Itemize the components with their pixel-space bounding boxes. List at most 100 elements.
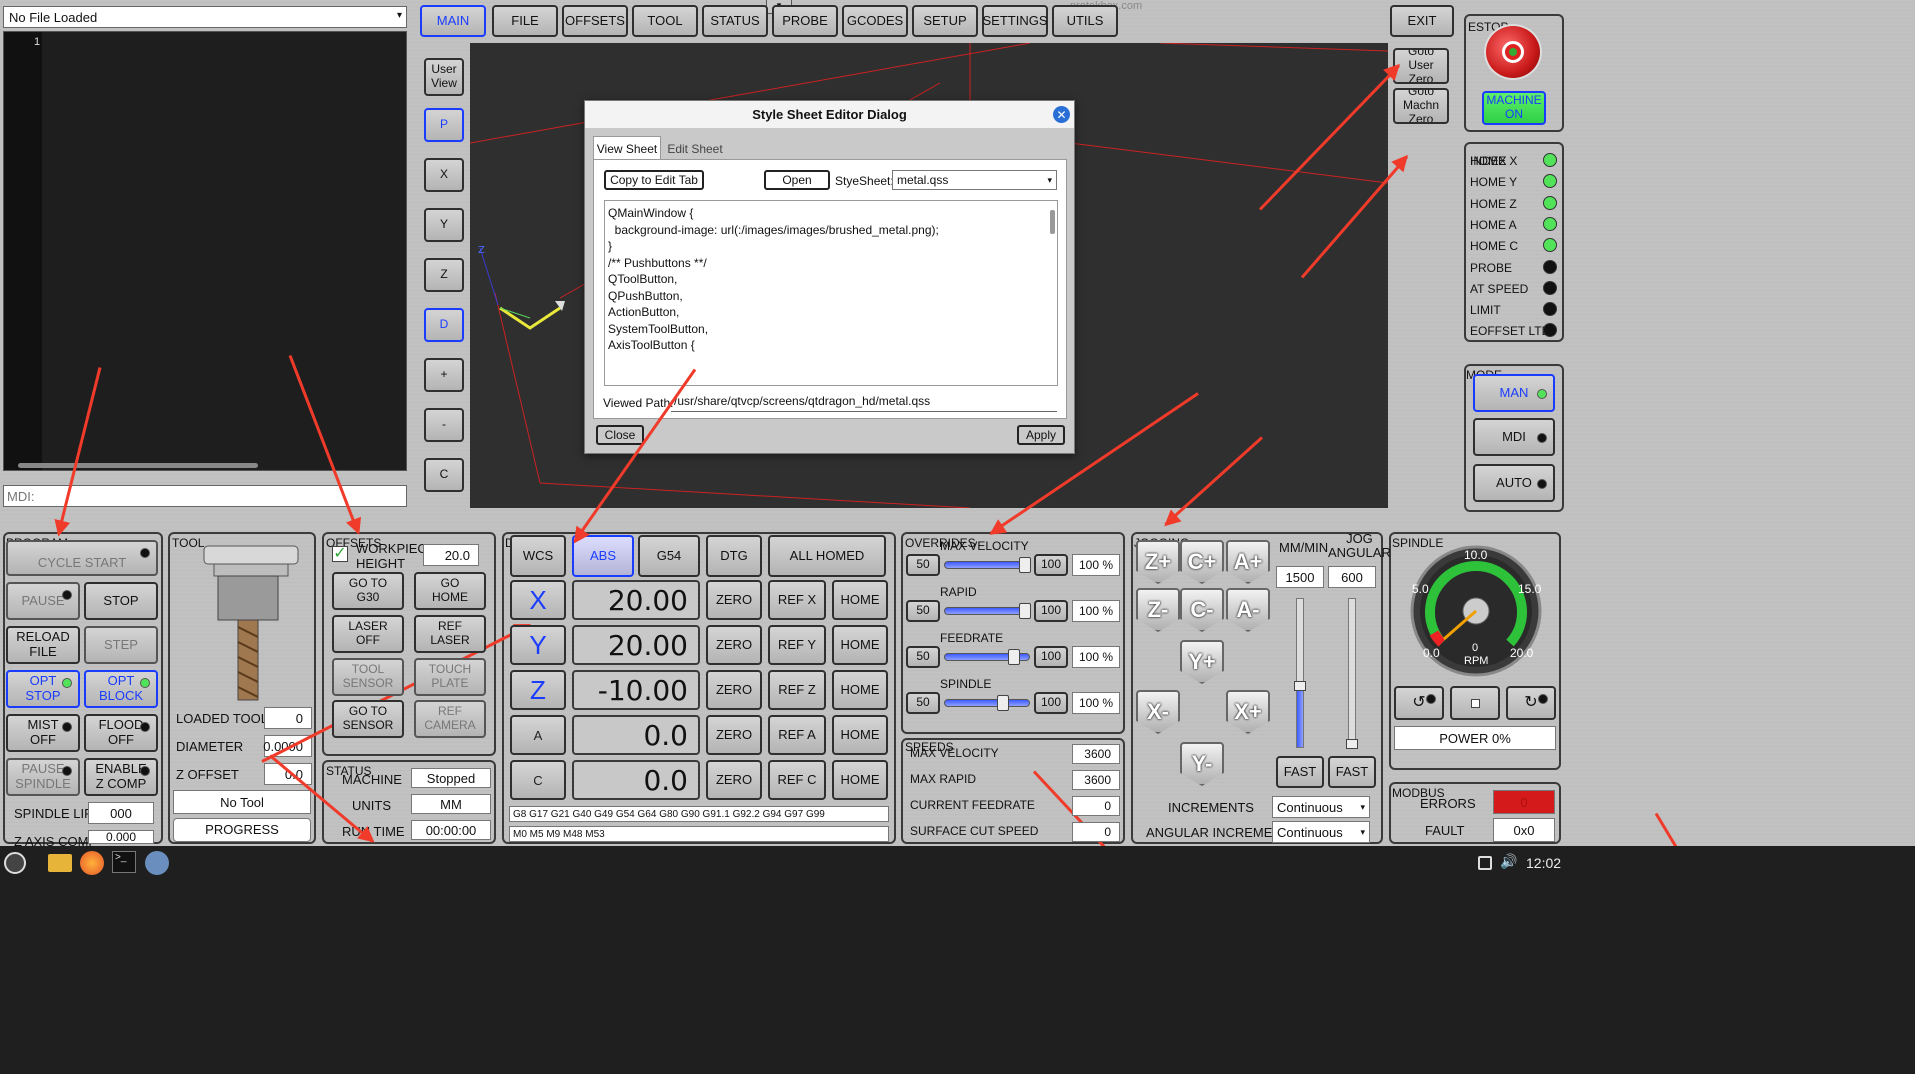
file-selector[interactable]: No File Loaded ▾	[3, 6, 407, 28]
dtg-button[interactable]: DTG	[706, 535, 762, 577]
zaxis-comp-field[interactable]: 0.000	[88, 830, 154, 844]
view-button-1[interactable]: P	[424, 108, 464, 142]
override-slider[interactable]	[944, 695, 1030, 711]
tab-utils[interactable]: UTILS	[1052, 5, 1118, 37]
offset-button-3[interactable]: REF LASER	[414, 615, 486, 653]
flood-button[interactable]: FLOOD OFF	[84, 714, 158, 752]
stylesheet-select[interactable]: metal.qss ▾	[892, 170, 1057, 190]
jog-rate-field[interactable]: 1500	[1276, 566, 1324, 588]
ref-c-button[interactable]: REF C	[768, 760, 826, 800]
mode-man-button[interactable]: MAN	[1473, 374, 1555, 412]
close-icon[interactable]: ✕	[1053, 106, 1070, 123]
offset-button-5[interactable]: TOUCH PLATE	[414, 658, 486, 696]
spindle-forward-button[interactable]: ↻	[1506, 686, 1556, 720]
ref-z-button[interactable]: REF Z	[768, 670, 826, 710]
exit-button[interactable]: EXIT	[1390, 5, 1454, 37]
pause-spindle-button[interactable]: PAUSE SPINDLE	[6, 758, 80, 796]
offset-button-4[interactable]: TOOL SENSOR	[332, 658, 404, 696]
viewed-path-field[interactable]: /usr/share/qtvcp/screens/qtdragon_hd/met…	[671, 390, 1057, 412]
tab-file[interactable]: FILE	[492, 5, 558, 37]
angular-rate-slider-handle[interactable]	[1346, 739, 1358, 749]
override-max-button[interactable]: 100	[1034, 554, 1068, 576]
zero-y-button[interactable]: ZERO	[706, 625, 762, 665]
override-slider-handle[interactable]	[1008, 649, 1020, 665]
dialog-titlebar[interactable]: Style Sheet Editor Dialog	[585, 101, 1074, 128]
override-slider-handle[interactable]	[1019, 603, 1031, 619]
mode-mdi-button[interactable]: MDI	[1473, 418, 1555, 456]
reload-file-button[interactable]: RELOAD FILE	[6, 626, 80, 664]
axis-y-button[interactable]: Y	[510, 625, 566, 665]
workpiece-height-field[interactable]: 20.0	[423, 544, 479, 566]
override-max-button[interactable]: 100	[1034, 646, 1068, 668]
view-button-2[interactable]: X	[424, 158, 464, 192]
override-max-button[interactable]: 100	[1034, 600, 1068, 622]
tab-tool[interactable]: TOOL	[632, 5, 698, 37]
offset-button-7[interactable]: REF CAMERA	[414, 700, 486, 738]
linuxcnc-icon[interactable]	[145, 851, 169, 875]
network-icon[interactable]	[1478, 856, 1492, 870]
opt-stop-button[interactable]: OPT STOP	[6, 670, 80, 708]
zero-a-button[interactable]: ZERO	[706, 715, 762, 755]
home-z-button[interactable]: HOME	[832, 670, 888, 710]
wcs-button[interactable]: WCS	[510, 535, 566, 577]
override-min-button[interactable]: 50	[906, 554, 940, 576]
step-button[interactable]: STEP	[84, 626, 158, 664]
opt-block-button[interactable]: OPT BLOCK	[84, 670, 158, 708]
override-max-button[interactable]: 100	[1034, 692, 1068, 714]
override-slider-handle[interactable]	[1019, 557, 1031, 573]
zero-x-button[interactable]: ZERO	[706, 580, 762, 620]
override-min-button[interactable]: 50	[906, 600, 940, 622]
view-button-0[interactable]: User View	[424, 58, 464, 96]
spindle-reverse-button[interactable]: ↺	[1394, 686, 1444, 720]
copy-to-edit-tab-button[interactable]: Copy to Edit Tab	[604, 170, 704, 190]
mode-auto-button[interactable]: AUTO	[1473, 464, 1555, 502]
dialog-close-button[interactable]: Close	[596, 425, 644, 445]
offset-button-6[interactable]: GO TO SENSOR	[332, 700, 404, 738]
start-menu-icon[interactable]	[4, 852, 26, 874]
override-slider[interactable]	[944, 603, 1031, 619]
offset-button-0[interactable]: GO TO G30	[332, 572, 404, 610]
increments-select[interactable]: Continuous ▾	[1272, 796, 1370, 818]
tab-probe[interactable]: PROBE	[772, 5, 838, 37]
open-button[interactable]: Open	[764, 170, 830, 190]
fast-angular-button[interactable]: FAST	[1328, 756, 1376, 788]
axis-a-button[interactable]: A	[510, 715, 566, 755]
code-scrollbar[interactable]	[1050, 210, 1055, 234]
gcode-editor[interactable]: 1	[3, 31, 407, 471]
mist-button[interactable]: MIST OFF	[6, 714, 80, 752]
zero-z-button[interactable]: ZERO	[706, 670, 762, 710]
override-slider-handle[interactable]	[997, 695, 1009, 711]
angular-rate-slider[interactable]	[1346, 598, 1358, 749]
ref-a-button[interactable]: REF A	[768, 715, 826, 755]
stop-button[interactable]: STOP	[84, 582, 158, 620]
goto-machine-zero-button[interactable]: Goto Machn Zero	[1393, 88, 1449, 124]
tab-view-sheet[interactable]: View Sheet	[593, 136, 661, 160]
g54-button[interactable]: G54	[638, 535, 700, 577]
estop-button[interactable]	[1484, 24, 1542, 80]
spindle-lift-field[interactable]: 000	[88, 802, 154, 824]
stylesheet-code-view[interactable]: QMainWindow { background-image: url(:/im…	[604, 200, 1058, 386]
jog-rate-slider-handle[interactable]	[1294, 681, 1306, 691]
ref-y-button[interactable]: REF Y	[768, 625, 826, 665]
machine-on-button[interactable]: MACHINE ON	[1482, 91, 1546, 125]
home-x-button[interactable]: HOME	[832, 580, 888, 620]
view-button-5[interactable]: D	[424, 308, 464, 342]
terminal-icon[interactable]: >_	[112, 851, 136, 873]
firefox-icon[interactable]	[80, 851, 104, 875]
workpiece-checkbox[interactable]: ✓	[332, 546, 348, 562]
axis-x-button[interactable]: X	[510, 580, 566, 620]
offset-button-1[interactable]: GO HOME	[414, 572, 486, 610]
axis-z-button[interactable]: Z	[510, 670, 566, 710]
angular-increment-select[interactable]: Continuous ▾	[1272, 821, 1370, 843]
tab-main[interactable]: MAIN	[420, 5, 486, 37]
dialog-apply-button[interactable]: Apply	[1017, 425, 1065, 445]
ref-x-button[interactable]: REF X	[768, 580, 826, 620]
cycle-start-button[interactable]: CYCLE START	[6, 540, 158, 576]
offset-button-2[interactable]: LASER OFF	[332, 615, 404, 653]
all-homed-button[interactable]: ALL HOMED	[768, 535, 886, 577]
clock[interactable]: 12:02	[1526, 855, 1561, 871]
editor-scrollbar[interactable]	[18, 463, 258, 468]
tab-settings[interactable]: SETTINGS	[982, 5, 1048, 37]
tab-edit-sheet[interactable]: Edit Sheet	[665, 139, 725, 159]
home-c-button[interactable]: HOME	[832, 760, 888, 800]
